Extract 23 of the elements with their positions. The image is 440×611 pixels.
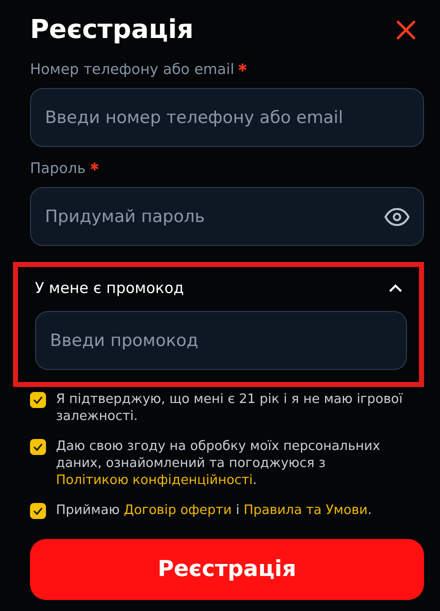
check-icon <box>33 396 43 404</box>
close-icon[interactable] <box>396 20 416 40</box>
checkbox[interactable] <box>30 439 46 455</box>
text-link[interactable]: Політикою конфіденційності <box>56 473 253 488</box>
checkbox[interactable] <box>30 503 46 519</box>
window-title: Реєстрація <box>30 14 194 47</box>
text-link[interactable]: Правила та Умови <box>244 503 368 518</box>
field-label: Номер телефону або email <box>30 61 234 80</box>
eye-icon[interactable] <box>384 207 410 227</box>
register-button[interactable]: Реєстрація <box>30 539 424 600</box>
checkbox[interactable] <box>30 392 46 408</box>
consent-text: Приймаю Договір оферти і Правила та Умови. <box>56 502 372 519</box>
consent-text: Даю свою згоду на обробку моїх персональних даних, ознайомлений та погоджуюся з Політикою конфіденційності. <box>56 438 382 489</box>
promo-field[interactable]: Введи промокод <box>35 311 407 370</box>
promo-toggle[interactable]: У мене є промокод <box>35 279 184 297</box>
check-icon <box>33 507 43 515</box>
consent-text: Я підтверджую, що мені є 21 рік і я не маю ігрової залежності. <box>56 391 404 425</box>
field-label: Пароль <box>30 160 86 179</box>
check-icon <box>33 443 43 451</box>
input-field[interactable]: Введи номер телефону або email <box>30 88 424 147</box>
text-link[interactable]: Договір оферти <box>124 503 232 518</box>
input-field[interactable]: Придумай пароль <box>30 187 424 246</box>
chevron-icon[interactable] <box>388 283 403 293</box>
